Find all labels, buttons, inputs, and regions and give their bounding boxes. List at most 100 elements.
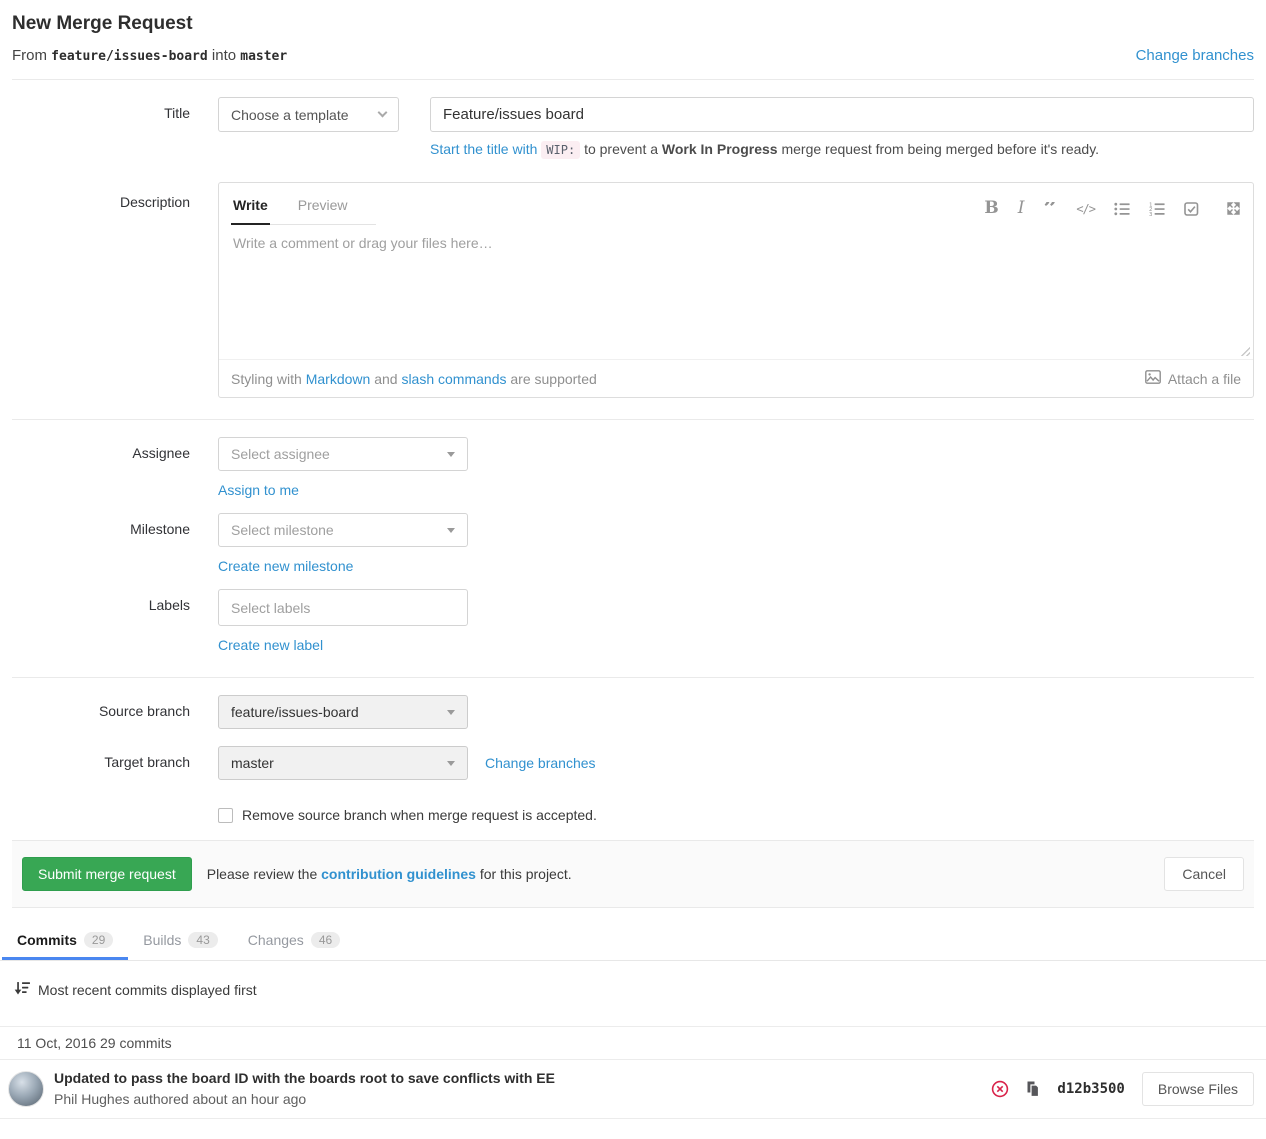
task-list-icon[interactable] (1184, 202, 1199, 216)
source-branch-label: Source branch (12, 695, 218, 729)
section-divider (12, 79, 1254, 80)
form-actions-bar: Submit merge request Please review the c… (12, 840, 1254, 908)
attach-file-label: Attach a file (1168, 371, 1241, 387)
commit-info: Updated to pass the board ID with the bo… (54, 1069, 555, 1109)
source-branch-name: feature/issues-board (51, 49, 208, 64)
wip-hint-bold: Work In Progress (662, 141, 778, 157)
svg-text:3: 3 (1149, 212, 1152, 216)
markdown-footer: Styling with Markdown and slash commands… (219, 359, 1253, 397)
bold-icon[interactable]: B (984, 200, 998, 217)
create-milestone-link[interactable]: Create new milestone (218, 558, 353, 574)
change-branches-link-top[interactable]: Change branches (1136, 47, 1254, 64)
assignee-row: Assignee Select assignee Assign to me (12, 437, 1254, 498)
code-icon[interactable]: </> (1076, 203, 1095, 215)
merge-request-form-page: New Merge Request From feature/issues-bo… (0, 13, 1266, 908)
tab-commits-count: 29 (84, 932, 113, 948)
assign-to-me-link[interactable]: Assign to me (218, 482, 299, 498)
italic-icon[interactable]: I (1018, 200, 1025, 217)
quote-icon[interactable]: ” (1044, 202, 1058, 216)
sort-icon (14, 981, 30, 999)
bullet-list-icon[interactable] (1114, 202, 1130, 216)
source-branch-row: Source branch feature/issues-board (12, 695, 1254, 729)
copy-sha-icon[interactable] (1026, 1081, 1040, 1097)
wip-hint: Start the title with WIP: to prevent a W… (430, 141, 1254, 157)
mr-tabs: Commits 29 Builds 43 Changes 46 (0, 920, 1266, 961)
assignee-dropdown[interactable]: Select assignee (218, 437, 468, 471)
contribution-guidelines-link[interactable]: contribution guidelines (321, 866, 476, 882)
target-branch-dropdown[interactable]: master (218, 746, 468, 780)
section-divider (12, 419, 1254, 420)
attach-file-button[interactable]: Attach a file (1145, 370, 1241, 387)
description-label: Description (12, 182, 218, 398)
markdown-tabs: Write Preview (231, 188, 376, 225)
slash-commands-link[interactable]: slash commands (401, 371, 506, 387)
fullscreen-icon[interactable] (1226, 201, 1241, 216)
remove-source-branch-option: Remove source branch when merge request … (218, 807, 1254, 823)
labels-input[interactable] (218, 589, 468, 626)
markdown-toolbar: B I ” </> 1 2 (984, 200, 1241, 225)
wip-hint-link[interactable]: Start the title with (430, 141, 537, 157)
wip-hint-rest: merge request from being merged before i… (781, 141, 1099, 157)
commit-title-link[interactable]: Updated to pass the board ID with the bo… (54, 1069, 555, 1088)
tab-builds-label: Builds (143, 932, 181, 948)
assignee-placeholder: Select assignee (231, 446, 330, 462)
branch-summary: From feature/issues-board into master Ch… (12, 47, 1254, 64)
into-label: into (212, 47, 236, 64)
markdown-link[interactable]: Markdown (306, 371, 371, 387)
labels-row: Labels Create new label (12, 589, 1254, 653)
title-row: Title Choose a template Start the title … (12, 97, 1254, 157)
tab-changes[interactable]: Changes 46 (233, 920, 355, 960)
description-row: Description Write Preview B I ” </> (12, 182, 1254, 398)
branch-summary-text: From feature/issues-board into master (12, 47, 287, 64)
from-label: From (12, 47, 47, 64)
markdown-editor: Write Preview B I ” </> (218, 182, 1254, 398)
target-branch-row: Target branch master Change branches Rem… (12, 746, 1254, 823)
source-branch-value: feature/issues-board (231, 704, 359, 720)
source-branch-dropdown[interactable]: feature/issues-board (218, 695, 468, 729)
write-tab[interactable]: Write (231, 188, 270, 225)
milestone-dropdown[interactable]: Select milestone (218, 513, 468, 547)
create-label-link[interactable]: Create new label (218, 637, 323, 653)
commit-sha-link[interactable]: d12b3500 (1057, 1081, 1124, 1097)
description-textarea[interactable] (219, 225, 1253, 359)
attach-file-icon (1145, 370, 1161, 387)
submit-merge-request-button[interactable]: Submit merge request (22, 857, 192, 891)
commit-actions: d12b3500 Browse Files (991, 1072, 1254, 1106)
sort-note-text: Most recent commits displayed first (38, 982, 257, 998)
title-input[interactable] (430, 97, 1254, 132)
tab-builds-count: 43 (188, 932, 217, 948)
target-branch-name: master (240, 49, 287, 64)
commit-row: Updated to pass the board ID with the bo… (0, 1060, 1266, 1119)
caret-down-icon (447, 452, 455, 457)
remove-source-branch-checkbox[interactable] (218, 808, 233, 823)
milestone-row: Milestone Select milestone Create new mi… (12, 513, 1254, 574)
labels-label: Labels (12, 589, 218, 653)
chevron-down-icon (378, 108, 388, 118)
caret-down-icon (447, 710, 455, 715)
styling-suffix: are supported (510, 371, 596, 387)
commit-author-line: Phil Hughes authored about an hour ago (54, 1090, 555, 1109)
cancel-button[interactable]: Cancel (1164, 857, 1244, 891)
target-branch-value: master (231, 755, 274, 771)
browse-files-button[interactable]: Browse Files (1142, 1072, 1254, 1106)
target-branch-label: Target branch (12, 746, 218, 823)
section-divider (12, 677, 1254, 678)
change-branches-link[interactable]: Change branches (485, 755, 596, 771)
title-label: Title (12, 97, 218, 157)
styling-note: Styling with Markdown and slash commands… (231, 371, 597, 387)
caret-down-icon (447, 528, 455, 533)
avatar[interactable] (8, 1071, 44, 1107)
review-note: Please review the contribution guideline… (207, 866, 572, 882)
ci-status-failed-icon[interactable] (991, 1080, 1009, 1098)
preview-tab[interactable]: Preview (296, 188, 350, 225)
styling-prefix: Styling with (231, 371, 302, 387)
tab-builds[interactable]: Builds 43 (128, 920, 233, 960)
tab-commits[interactable]: Commits 29 (2, 920, 128, 960)
wip-hint-mid: to prevent a (584, 141, 658, 157)
milestone-placeholder: Select milestone (231, 522, 334, 538)
tab-commits-label: Commits (17, 932, 77, 948)
tab-changes-label: Changes (248, 932, 304, 948)
milestone-label: Milestone (12, 513, 218, 574)
numbered-list-icon[interactable]: 1 2 3 (1149, 202, 1165, 216)
template-dropdown[interactable]: Choose a template (218, 97, 399, 132)
